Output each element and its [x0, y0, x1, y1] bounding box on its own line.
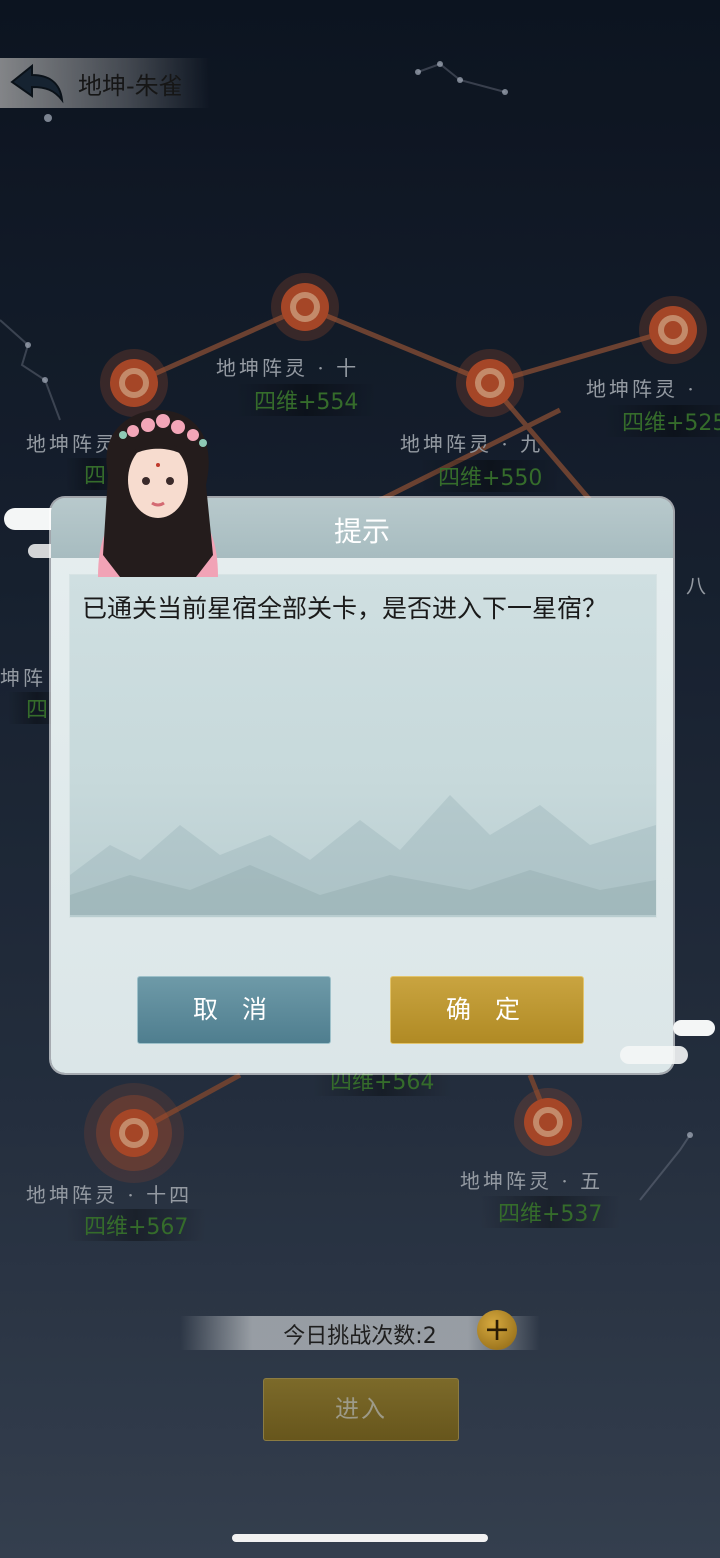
add-challenge-button[interactable]: + — [477, 1310, 517, 1350]
confirm-dialog: 提示 已通关当前星宿全部关卡，是否进入下一星宿？ 取 消 确 定 — [51, 498, 673, 1073]
enter-button[interactable]: 进入 — [263, 1378, 459, 1441]
cloud-decoration — [620, 1046, 688, 1064]
character-portrait — [98, 410, 218, 577]
home-indicator[interactable] — [232, 1534, 488, 1542]
cancel-button[interactable]: 取 消 — [137, 976, 331, 1044]
cloud-decoration — [673, 1020, 715, 1036]
mountain-decoration — [70, 795, 656, 915]
message-panel: 已通关当前星宿全部关卡，是否进入下一星宿？ — [69, 574, 657, 918]
dialog-message: 已通关当前星宿全部关卡，是否进入下一星宿？ — [82, 594, 608, 623]
confirm-button[interactable]: 确 定 — [390, 976, 584, 1044]
